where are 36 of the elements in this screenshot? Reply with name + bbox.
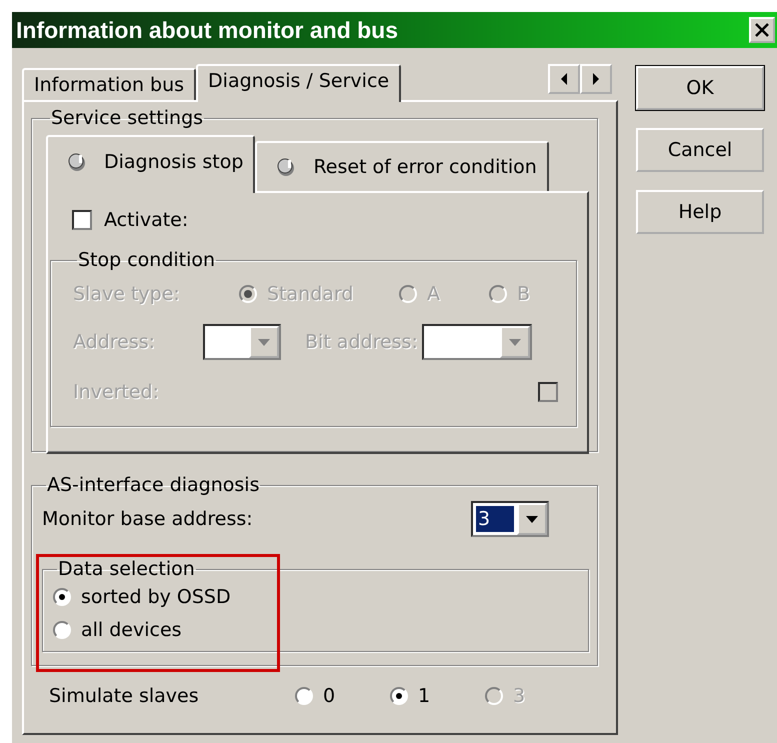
group-title: AS-interface diagnosis <box>46 474 260 496</box>
group-title: Service settings <box>50 107 204 129</box>
radio-button[interactable] <box>53 620 71 638</box>
radio-button[interactable] <box>295 687 313 705</box>
field-label: Simulate slaves <box>49 685 200 707</box>
group-title: Data selection <box>57 558 196 580</box>
checkbox-label: Activate: <box>104 209 188 231</box>
base-address-dropdown[interactable]: 3 <box>471 501 549 537</box>
tab-scroll-left-button[interactable] <box>548 64 580 94</box>
radio-label: 1 <box>418 685 430 707</box>
radio-label: sorted by OSSD <box>81 586 231 608</box>
checkbox[interactable] <box>72 210 92 230</box>
left-arrow-icon <box>560 73 568 85</box>
window-title: Information about monitor and bus <box>16 16 398 44</box>
group-title: Stop condition <box>77 249 216 271</box>
dialog-button[interactable]: OK <box>636 66 764 110</box>
knob-icon <box>66 152 88 172</box>
radio-label: all devices <box>81 618 182 640</box>
radio-button[interactable] <box>53 588 71 606</box>
dropdown-value: 3 <box>476 506 514 532</box>
right-arrow-icon <box>592 73 600 85</box>
dropdown-arrow-icon <box>508 338 521 346</box>
dropdown-arrow-icon <box>526 516 538 522</box>
close-icon <box>754 23 770 37</box>
field-label: Monitor base address: <box>42 508 253 530</box>
radio-label: 0 <box>323 685 336 707</box>
tab[interactable]: Diagnosis / Service <box>196 64 402 102</box>
tab-scroll-right-button[interactable] <box>580 64 612 94</box>
dropdown-arrow-icon <box>258 338 270 346</box>
tab[interactable]: Diagnosis stop <box>46 135 256 193</box>
close-button[interactable] <box>749 17 775 43</box>
dialog-button[interactable]: Cancel <box>636 128 764 172</box>
radio-button[interactable] <box>390 687 408 705</box>
dialog-button[interactable]: Help <box>636 190 764 234</box>
tab[interactable]: Reset of error condition <box>255 141 549 191</box>
tab[interactable]: Information bus <box>22 68 196 100</box>
